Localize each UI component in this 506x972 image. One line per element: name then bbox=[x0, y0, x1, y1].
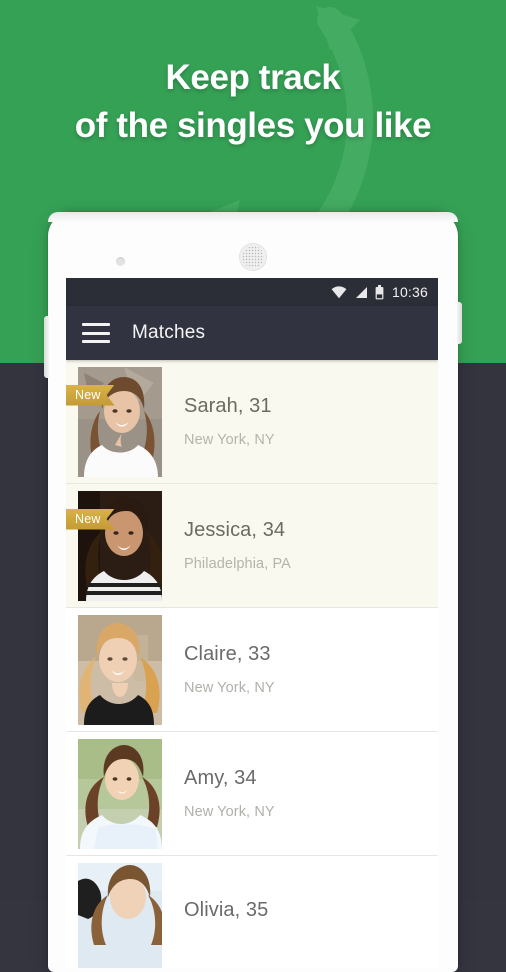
list-item[interactable]: New Jessica, 34 Philadelphia, PA bbox=[66, 484, 438, 608]
phone-mockup: 10:36 Matches New Sarah, 31 New York, NY… bbox=[44, 212, 462, 972]
wifi-icon bbox=[331, 285, 347, 298]
match-name: Sarah, 31 bbox=[184, 395, 272, 417]
list-item[interactable]: New Sarah, 31 New York, NY bbox=[66, 360, 438, 484]
phone-top-edge bbox=[48, 212, 458, 222]
match-location: New York, NY bbox=[184, 680, 275, 696]
avatar bbox=[78, 738, 162, 849]
front-camera-icon bbox=[116, 257, 125, 266]
avatar: New bbox=[78, 366, 162, 477]
headline-line-2: of the singles you like bbox=[74, 106, 432, 145]
app-bar-title: Matches bbox=[132, 322, 206, 343]
match-name: Olivia, 35 bbox=[184, 899, 269, 921]
power-button[interactable] bbox=[457, 302, 462, 344]
avatar: New bbox=[78, 490, 162, 601]
app-bar: Matches bbox=[66, 306, 438, 360]
cell-signal-icon bbox=[355, 286, 367, 298]
list-item-text: Claire, 33 New York, NY bbox=[184, 643, 275, 696]
avatar bbox=[78, 614, 162, 725]
match-location: Philadelphia, PA bbox=[184, 556, 291, 572]
match-name: Amy, 34 bbox=[184, 767, 257, 789]
list-item[interactable]: Amy, 34 New York, NY bbox=[66, 732, 438, 856]
status-bar-clock: 10:36 bbox=[391, 284, 428, 300]
list-item-text: Sarah, 31 New York, NY bbox=[184, 395, 275, 448]
hamburger-menu-icon[interactable] bbox=[82, 323, 110, 343]
portrait-photo bbox=[78, 614, 162, 725]
match-name: Claire, 33 bbox=[184, 643, 271, 665]
list-item-text: Olivia, 35 bbox=[184, 899, 268, 936]
earpiece-speaker-icon bbox=[239, 243, 267, 271]
match-location: New York, NY bbox=[184, 432, 275, 448]
match-location: New York, NY bbox=[184, 804, 275, 820]
portrait-photo bbox=[78, 490, 162, 601]
phone-screen: 10:36 Matches New Sarah, 31 New York, NY… bbox=[66, 278, 438, 968]
status-bar: 10:36 bbox=[66, 278, 438, 306]
avatar bbox=[78, 862, 162, 968]
list-item-text: Jessica, 34 Philadelphia, PA bbox=[184, 519, 291, 572]
battery-icon bbox=[375, 284, 384, 299]
headline-line-1: Keep track bbox=[165, 58, 341, 97]
list-item-text: Amy, 34 New York, NY bbox=[184, 767, 275, 820]
list-item[interactable]: Claire, 33 New York, NY bbox=[66, 608, 438, 732]
volume-rocker-button[interactable] bbox=[44, 316, 49, 378]
list-item[interactable]: Olivia, 35 bbox=[66, 856, 438, 968]
page-title: Keep track of the singles you like bbox=[0, 54, 506, 150]
portrait-photo bbox=[78, 738, 162, 849]
portrait-photo bbox=[78, 366, 162, 477]
matches-list[interactable]: New Sarah, 31 New York, NY New Jessica, … bbox=[66, 360, 438, 968]
portrait-photo bbox=[78, 862, 162, 968]
match-name: Jessica, 34 bbox=[184, 519, 286, 541]
